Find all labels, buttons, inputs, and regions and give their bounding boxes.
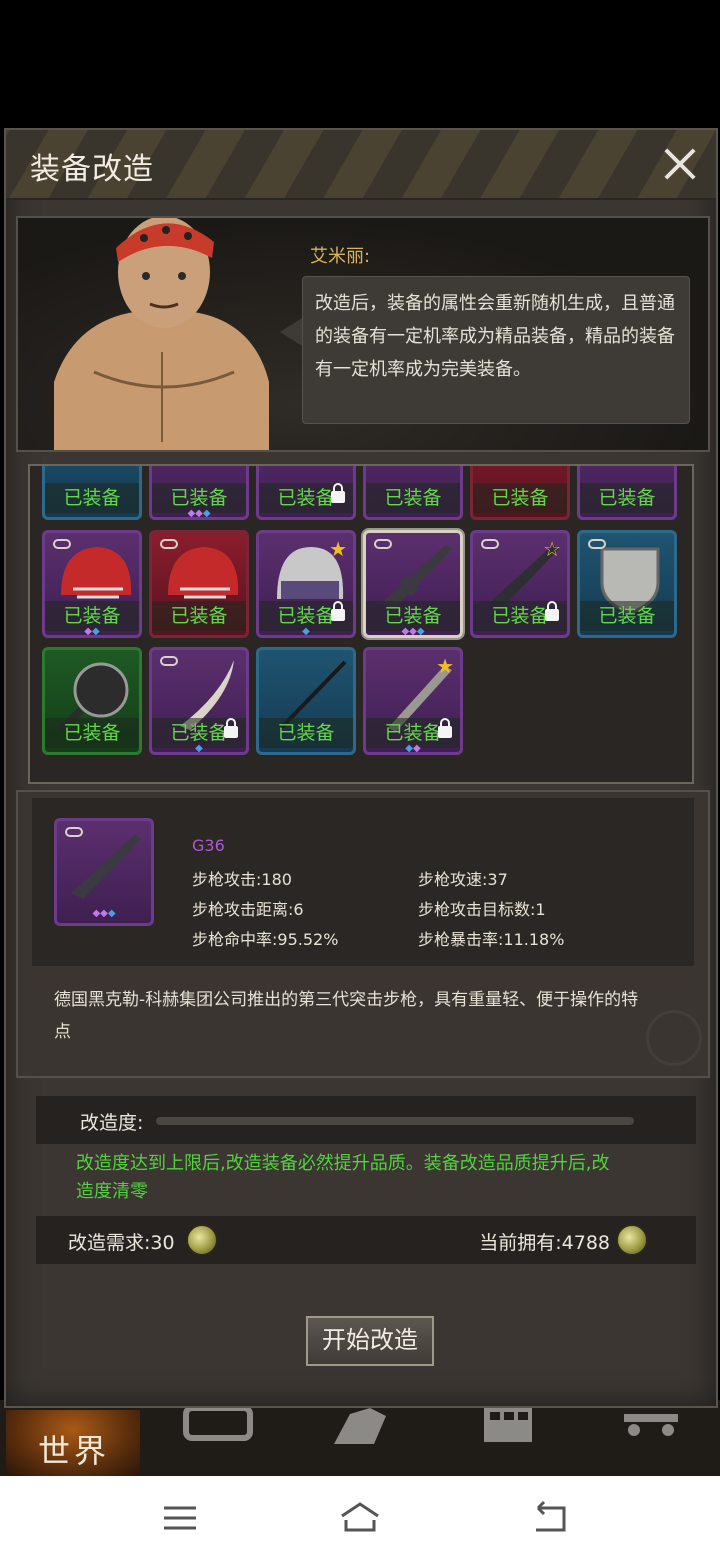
link-icon [374,539,392,549]
equipment-slot-police-helmet[interactable]: ★ 已装备 ◆ [256,530,356,638]
reform-cost-row: 改造需求:30 当前拥有:4788 [36,1216,696,1264]
equipment-slot[interactable]: ☆ 已装备 [470,530,570,638]
stat-speed: 步枪攻速:37 [418,870,508,889]
nav-world-tab[interactable]: 世界 [6,1410,140,1476]
speech-tail [280,318,302,346]
menu-icon[interactable] [160,1498,200,1538]
home-icon[interactable] [340,1498,380,1538]
equipped-label: 已装备 [366,483,460,513]
item-detail-header: ◆◆◆ G36 步枪攻击:180 步枪攻速:37 步枪攻击距离:6 步枪攻击目标… [32,798,694,966]
backpack-icon[interactable] [182,1404,254,1452]
bottle-cap-coin-icon [186,1224,218,1256]
lock-icon [224,718,238,738]
stat-crit: 步枪暴击率:11.18% [418,930,565,949]
link-icon [481,539,499,549]
equipment-slot-football-helmet-red[interactable]: 已装备 [149,530,249,638]
equipped-label: 已装备 [45,718,139,748]
stat-accuracy: 步枪命中率:95.52% [192,930,339,949]
equipment-slot[interactable]: 已装备 [42,466,142,520]
equipment-slot[interactable]: 已装备 [470,466,570,520]
currency-owned-label: 当前拥有:4788 [479,1232,610,1254]
item-detail-icon: ◆◆◆ [54,818,154,926]
lock-icon [331,483,345,503]
stat-targets: 步枪攻击目标数:1 [418,900,546,919]
equipped-label: 已装备 [152,601,246,631]
equipped-label: 已装备 [580,601,674,631]
game-bottom-nav: 世界 [0,1400,720,1476]
equipment-slot[interactable]: 已装备 [577,466,677,520]
equipment-slot-shield[interactable]: 已装备 [577,530,677,638]
panel-title: 装备改造 [30,152,154,187]
link-icon [53,539,71,549]
rifle-icon [71,835,141,899]
link-icon [65,827,83,837]
start-reform-button[interactable]: 开始改造 [306,1316,434,1366]
link-icon [160,656,178,666]
lock-icon [438,718,452,738]
npc-dialog-box: 艾米丽: 改造后，装备的属性会重新随机生成，且普通的装备有一定机率成为精品装备，… [16,216,710,452]
close-button[interactable] [660,144,700,184]
reform-notice: 改造度达到上限后,改造装备必然提升品质。装备改造品质提升后,改造度清零 [76,1153,610,1202]
reform-progress-label: 改造度: [80,1112,144,1134]
link-icon [160,539,178,549]
equipment-slot[interactable]: 已装备 ◆◆◆ [149,466,249,520]
link-icon [588,539,606,549]
equipment-slot-g36-selected[interactable]: 已装备 ◆◆◆ [363,530,463,638]
stat-attack: 步枪攻击:180 [192,870,292,889]
reform-progress-row: 改造度: [36,1096,696,1144]
star-icon: ★ [329,537,347,561]
npc-name: 艾米丽: [310,246,371,267]
panel-header: 装备改造 [6,130,716,200]
stat-range: 步枪攻击距离:6 [192,900,304,919]
equipment-slot-football-helmet[interactable]: 已装备 ◆◆ [42,530,142,638]
equipment-grid[interactable]: 已装备 已装备 ◆◆◆ 已装备 已装备 已装备 已装备 已装备 ◆◆ 已装备 ★ … [28,464,694,784]
star-icon: ★ [436,654,454,678]
equipment-slot[interactable]: 已装备 [256,466,356,520]
system-nav-bar [0,1476,720,1560]
equipment-slot-sword[interactable]: ★ 已装备 ◆◆ [363,647,463,755]
calculator-icon[interactable] [482,1404,534,1452]
radiation-icon [646,1010,702,1066]
item-description: 德国黑克勒-科赫集团公司推出的第三代突击步枪，具有重量轻、便于操作的特点 [54,990,639,1042]
reform-progress-bar [156,1117,634,1125]
back-icon[interactable] [528,1498,568,1538]
cart-icon[interactable] [622,1404,682,1452]
equipment-slot-frying-pan[interactable]: 已装备 [42,647,142,755]
equipment-slot[interactable]: 已装备 [363,466,463,520]
character-icon[interactable] [330,1404,390,1452]
item-name: G36 [192,836,225,855]
equipment-slot-machete[interactable]: 已装备 ◆ [149,647,249,755]
equipment-reform-panel: 装备改造 艾米丽: 改造后，装备的属性会重新随机生成，且普通的装备有一定机率成为… [4,128,718,1408]
reform-cost-label: 改造需求:30 [68,1232,175,1254]
star-outline-icon: ☆ [543,537,561,561]
npc-portrait [54,218,269,450]
equipped-label: 已装备 [45,483,139,513]
equipped-label: 已装备 [473,483,567,513]
lock-icon [545,601,559,621]
nav-world-label: 世界 [38,1432,111,1470]
bottle-cap-coin-icon [616,1224,648,1256]
lock-icon [331,601,345,621]
screen: 世界 装备改造 艾米丽: 改造后，装备的属性会重新随机生成，且普通的装备有一定机… [0,0,720,1560]
item-detail: ◆◆◆ G36 步枪攻击:180 步枪攻速:37 步枪攻击距离:6 步枪攻击目标… [16,790,710,1078]
equipped-label: 已装备 [580,483,674,513]
equipment-slot-pole[interactable]: 已装备 [256,647,356,755]
equipped-label: 已装备 [259,718,353,748]
npc-speech-bubble: 改造后，装备的属性会重新随机生成，且普通的装备有一定机率成为精品装备，精品的装备… [302,276,690,424]
